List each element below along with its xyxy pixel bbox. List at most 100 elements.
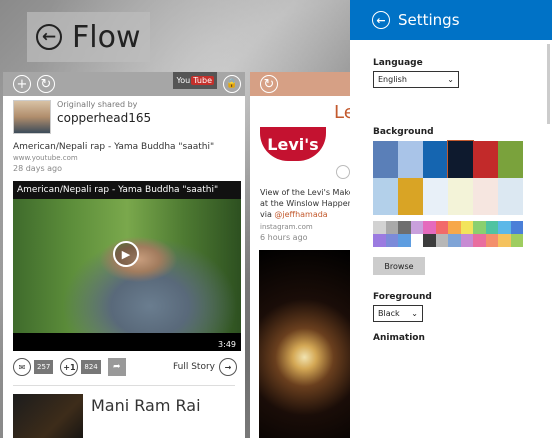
animation-label: Animation — [373, 333, 425, 343]
background-tile[interactable] — [498, 141, 523, 178]
color-swatch[interactable] — [448, 234, 461, 247]
post-timestamp: 6 hours ago — [260, 233, 308, 242]
post-photo[interactable] — [259, 250, 350, 438]
video-duration: 3:49 — [218, 340, 236, 349]
full-story-label: Full Story — [172, 362, 215, 372]
color-swatch[interactable] — [435, 221, 448, 234]
browse-button[interactable]: Browse — [373, 257, 425, 275]
refresh-icon[interactable]: ↻ — [260, 75, 278, 93]
levis-logo: Levi's — [260, 127, 326, 161]
action-row: ✉ 257 +1 824 ➦ Full Story → — [3, 351, 245, 376]
background-label: Background — [373, 127, 434, 137]
color-swatch[interactable] — [460, 221, 473, 234]
shared-user[interactable]: copperhead165 — [57, 111, 151, 125]
language-label: Language — [373, 58, 423, 68]
background-gallery — [373, 140, 523, 215]
color-swatch[interactable] — [410, 234, 423, 247]
color-swatch[interactable] — [485, 234, 498, 247]
color-swatches — [373, 221, 523, 247]
color-swatch[interactable] — [423, 221, 436, 234]
post-description: View of the Levi's Makers at the Winslow… — [250, 179, 350, 220]
color-swatch[interactable] — [385, 234, 398, 247]
color-swatch[interactable] — [498, 234, 511, 247]
background-tile[interactable] — [398, 141, 423, 178]
card-toolbar: + ↻ You Tube 🔒 — [3, 72, 245, 96]
share-icon[interactable]: ➦ — [107, 358, 126, 376]
app-title: Flow — [72, 19, 141, 55]
post-source: www.youtube.com — [13, 154, 78, 162]
full-story-link[interactable]: Full Story → — [173, 358, 237, 376]
post-source: instagram.com — [260, 223, 313, 231]
color-swatch[interactable] — [510, 234, 523, 247]
plus-icon[interactable]: + — [13, 75, 31, 93]
color-swatch[interactable] — [448, 221, 461, 234]
language-value: English — [378, 75, 407, 84]
settings-header: ← Settings — [350, 0, 552, 40]
color-swatch[interactable] — [460, 234, 473, 247]
post-title[interactable]: American/Nepali rap - Yama Buddha "saath… — [3, 134, 245, 152]
lock-icon[interactable]: 🔒 — [223, 75, 241, 93]
card-heading: Le — [334, 102, 350, 123]
plus-one-button[interactable]: +1 — [60, 358, 79, 376]
instagram-icon — [336, 165, 350, 179]
next-post-thumbnail — [13, 394, 83, 438]
back-arrow-icon[interactable]: ← — [36, 24, 62, 50]
color-swatch[interactable] — [385, 221, 398, 234]
chevron-down-icon: ⌄ — [447, 75, 454, 84]
settings-panel: ← Settings Language English ⌄ Background… — [350, 0, 552, 438]
plus-one-count: 824 — [81, 360, 101, 374]
video-player[interactable]: American/Nepali rap - Yama Buddha "saath… — [13, 181, 241, 351]
background-tile[interactable] — [473, 141, 498, 178]
color-swatch[interactable] — [423, 234, 436, 247]
color-swatch[interactable] — [485, 221, 498, 234]
foreground-value: Black — [378, 309, 400, 318]
background-tile[interactable] — [473, 178, 498, 215]
foreground-select[interactable]: Black ⌄ — [373, 305, 423, 322]
color-swatch[interactable] — [410, 221, 423, 234]
youtube-logo-icon: You Tube — [173, 72, 217, 89]
comment-icon[interactable]: ✉ — [13, 358, 31, 376]
background-tile[interactable] — [448, 178, 473, 215]
language-select[interactable]: English ⌄ — [373, 71, 459, 88]
color-swatch[interactable] — [498, 221, 511, 234]
comment-count: 257 — [34, 360, 54, 374]
settings-title: Settings — [398, 11, 460, 29]
next-post[interactable]: Mani Ram Rai — [3, 386, 245, 438]
next-post-title: Mani Ram Rai — [91, 396, 201, 415]
desc-line-2: at the Winslow Happenin — [260, 199, 350, 208]
color-swatch[interactable] — [398, 234, 411, 247]
settings-scrollbar[interactable] — [547, 44, 550, 124]
background-tile[interactable] — [423, 141, 448, 178]
desc-line-1: View of the Levi's Makers — [260, 188, 350, 197]
background-tile[interactable] — [373, 141, 398, 178]
app-header: ← Flow — [27, 12, 150, 62]
foreground-label: Foreground — [373, 292, 432, 302]
background-tile[interactable] — [423, 178, 448, 215]
color-swatch[interactable] — [473, 221, 486, 234]
feed-card-youtube: + ↻ You Tube 🔒 Originally shared by coppe… — [3, 72, 245, 438]
background-tile[interactable] — [498, 178, 523, 215]
via-label: via — [260, 210, 275, 219]
background-tile[interactable] — [447, 140, 474, 179]
color-swatch[interactable] — [373, 221, 386, 234]
color-swatch[interactable] — [473, 234, 486, 247]
shared-by-row: Originally shared by copperhead165 — [3, 96, 245, 134]
desc-line-3: via @jeffhamada — [260, 209, 340, 220]
post-timestamp: 28 days ago — [13, 164, 63, 173]
mention-link[interactable]: @jeffhamada — [274, 210, 327, 219]
avatar[interactable] — [13, 100, 51, 134]
feed-card-instagram: ↻ Le Levi's View of the Levi's Makers at… — [250, 72, 350, 438]
background-tile[interactable] — [373, 178, 398, 215]
card-toolbar: ↻ — [250, 72, 350, 96]
color-swatch[interactable] — [373, 234, 386, 247]
refresh-icon[interactable]: ↻ — [37, 75, 55, 93]
back-arrow-icon[interactable]: ← — [372, 11, 390, 29]
background-tile[interactable] — [398, 178, 423, 215]
arrow-right-icon: → — [219, 358, 237, 376]
color-swatch[interactable] — [435, 234, 448, 247]
color-swatch[interactable] — [398, 221, 411, 234]
chevron-down-icon: ⌄ — [411, 309, 418, 318]
shared-label: Originally shared by — [57, 100, 138, 109]
color-swatch[interactable] — [510, 221, 523, 234]
play-icon[interactable]: ▶ — [113, 241, 139, 267]
